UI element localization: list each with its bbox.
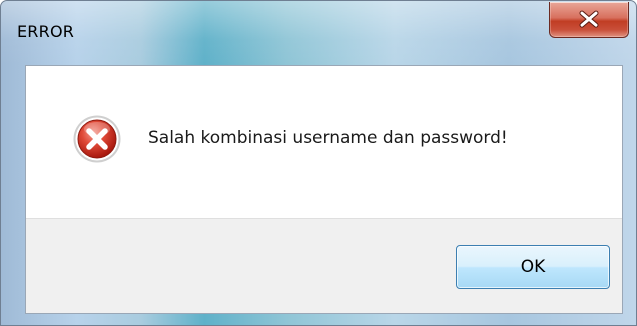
- close-icon: [579, 10, 599, 28]
- button-bar: OK: [26, 218, 622, 313]
- error-dialog-window: ERROR Salah kombinasi username dan passw…: [0, 0, 637, 326]
- error-icon: [73, 115, 121, 163]
- dialog-content: Salah kombinasi username dan password! O…: [25, 65, 623, 314]
- close-button[interactable]: [549, 2, 629, 38]
- message-area: Salah kombinasi username dan password!: [26, 66, 622, 218]
- ok-button[interactable]: OK: [456, 245, 610, 289]
- window-title: ERROR: [17, 22, 75, 41]
- title-bar[interactable]: ERROR: [1, 1, 636, 65]
- error-message: Salah kombinasi username dan password!: [148, 128, 508, 148]
